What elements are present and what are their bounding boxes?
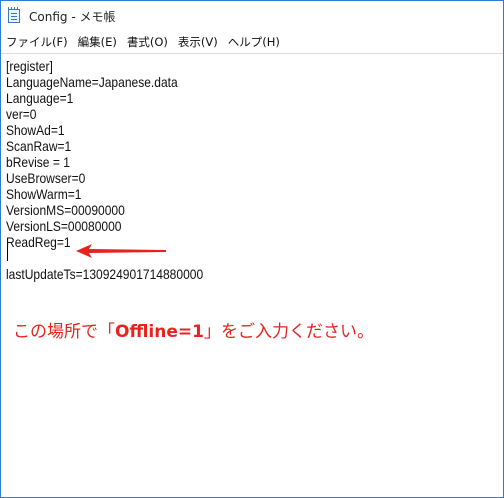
red-arrow-left-icon bbox=[76, 244, 166, 258]
editor-line: [register] bbox=[6, 58, 53, 74]
editor-line: ver=0 bbox=[6, 106, 37, 122]
editor-line: lastUpdateTs=130924901714880000 bbox=[6, 266, 204, 282]
editor-line: VersionLS=00080000 bbox=[6, 218, 122, 234]
menu-edit[interactable]: 編集(E) bbox=[73, 31, 122, 53]
menu-help[interactable]: ヘルプ(H) bbox=[223, 31, 285, 53]
instruction-text-post: 」をご入力ください。 bbox=[203, 322, 374, 342]
editor-line: LanguageName=Japanese.data bbox=[6, 74, 178, 90]
editor-line: bRevise = 1 bbox=[6, 154, 70, 170]
notepad-window: Config - メモ帳 ファイル(F) 編集(E) 書式(O) 表示(V) ヘ… bbox=[0, 0, 504, 498]
instruction-annotation: この場所で「Offline=1」をご入力ください。 bbox=[13, 317, 374, 342]
menu-view[interactable]: 表示(V) bbox=[173, 31, 223, 53]
editor-line: ShowAd=1 bbox=[6, 122, 65, 138]
menu-bar: ファイル(F) 編集(E) 書式(O) 表示(V) ヘルプ(H) bbox=[1, 31, 503, 54]
title-bar[interactable]: Config - メモ帳 bbox=[1, 1, 503, 31]
editor-line: ShowWarm=1 bbox=[6, 186, 82, 202]
instruction-text-pre: この場所で「 bbox=[13, 322, 115, 342]
instruction-keyword: Offline=1 bbox=[115, 322, 204, 342]
menu-file[interactable]: ファイル(F) bbox=[1, 31, 73, 53]
notepad-icon bbox=[8, 7, 20, 23]
editor-line: Language=1 bbox=[6, 90, 74, 106]
window-title: Config - メモ帳 bbox=[29, 10, 116, 24]
text-editor-area[interactable]: [register] LanguageName=Japanese.data La… bbox=[1, 53, 503, 497]
editor-line: ReadReg=1 bbox=[6, 234, 71, 250]
editor-line: ScanRaw=1 bbox=[6, 138, 72, 154]
editor-line: UseBrowser=0 bbox=[6, 170, 86, 186]
menu-format[interactable]: 書式(O) bbox=[122, 31, 173, 53]
text-caret bbox=[7, 247, 8, 261]
editor-line: VersionMS=00090000 bbox=[6, 202, 125, 218]
